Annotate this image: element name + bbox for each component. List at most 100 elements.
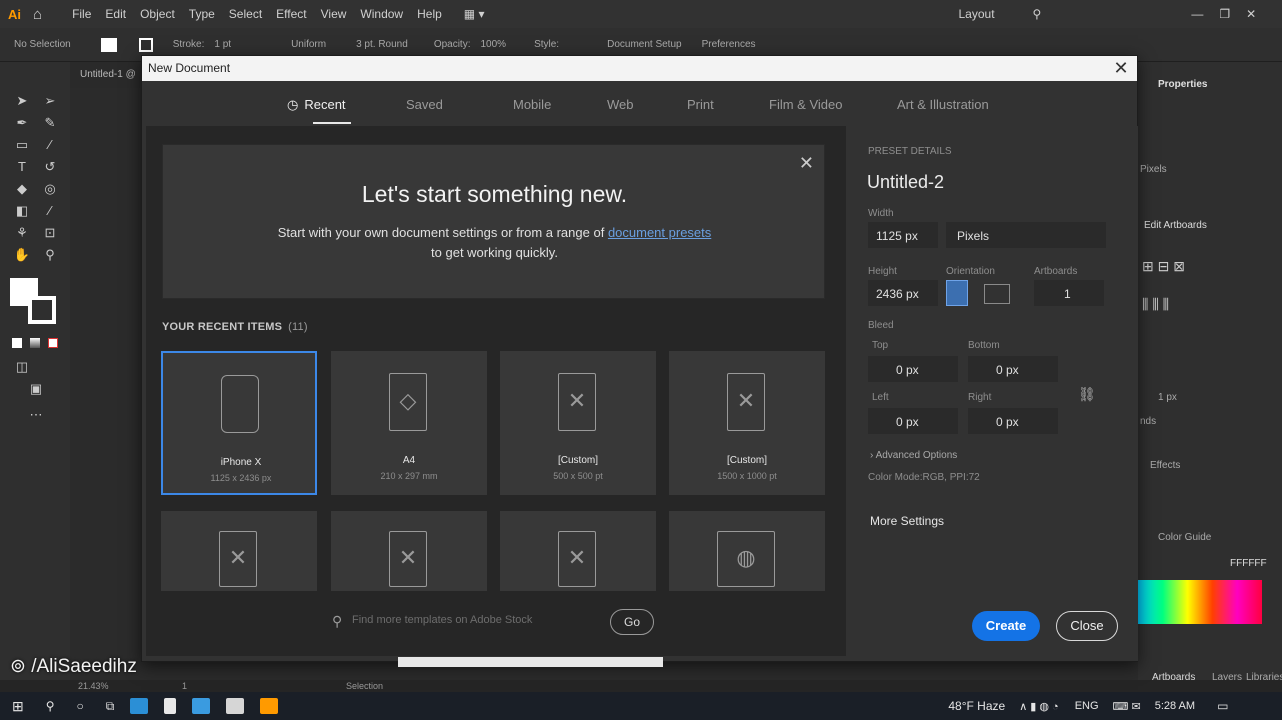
menu-edit[interactable]: Edit bbox=[105, 7, 126, 21]
menu-file[interactable]: File bbox=[72, 7, 91, 21]
clock[interactable]: 5:28 AM bbox=[1155, 700, 1195, 712]
stock-search-input[interactable]: Find more templates on Adobe Stock bbox=[352, 614, 602, 626]
more-tools-icon[interactable]: ⋯ bbox=[26, 406, 46, 424]
search-icon[interactable]: ⚲ bbox=[46, 699, 55, 713]
welcome-close-icon[interactable]: ✕ bbox=[799, 153, 814, 174]
recent-item-custom-500[interactable]: ✕ [Custom] 500 x 500 pt bbox=[500, 351, 656, 495]
edit-artboards-button[interactable]: Edit Artboards bbox=[1144, 220, 1207, 231]
windows-start-icon[interactable]: ⊞ bbox=[12, 698, 24, 715]
edge-icon[interactable] bbox=[130, 698, 149, 714]
document-name-field[interactable]: Untitled-2 bbox=[867, 172, 944, 193]
mail-icon[interactable] bbox=[226, 698, 245, 714]
task-view-icon[interactable]: ⧉ bbox=[106, 699, 115, 714]
opacity-field[interactable]: 100% bbox=[481, 39, 507, 50]
tab-print[interactable]: Print bbox=[687, 97, 714, 112]
stroke-weight-panel[interactable]: 1 px bbox=[1158, 392, 1177, 403]
effects-label[interactable]: Effects bbox=[1150, 460, 1180, 471]
tab-recent[interactable]: ◷ Recent bbox=[287, 97, 346, 113]
eraser-tool-icon[interactable]: ◆ bbox=[12, 180, 32, 198]
document-setup-button[interactable]: Document Setup bbox=[607, 39, 682, 50]
close-button[interactable]: Close bbox=[1056, 611, 1118, 641]
rectangle-tool-icon[interactable]: ▭ bbox=[12, 136, 32, 154]
recent-item[interactable]: ✕ bbox=[161, 511, 317, 591]
dialog-close-icon[interactable]: ✕ bbox=[1111, 58, 1131, 78]
none-mode-icon[interactable] bbox=[48, 338, 58, 348]
preferences-button[interactable]: Preferences bbox=[702, 39, 756, 50]
hex-field[interactable]: FFFFFF bbox=[1230, 558, 1267, 569]
more-settings-button[interactable]: More Settings bbox=[870, 514, 944, 528]
menu-select[interactable]: Select bbox=[229, 7, 262, 21]
stroke-weight-field[interactable]: 1 pt bbox=[214, 39, 231, 50]
hand-tool-icon[interactable]: ✋ bbox=[12, 246, 32, 264]
color-guide-tab[interactable]: Color Guide bbox=[1158, 532, 1211, 543]
tab-web[interactable]: Web bbox=[607, 97, 634, 112]
rotate-tool-icon[interactable]: ↺ bbox=[40, 158, 60, 176]
search-icon[interactable]: ⚲ bbox=[1033, 7, 1042, 21]
units-dropdown[interactable]: Pixels bbox=[1140, 164, 1167, 175]
document-tab[interactable]: Untitled-1 @ bbox=[80, 69, 136, 80]
align-icon[interactable]: ⊞ ⊟ ⊠ bbox=[1142, 258, 1185, 275]
tab-art-illustration[interactable]: Art & Illustration bbox=[897, 97, 989, 112]
illustrator-taskbar-icon[interactable] bbox=[260, 698, 279, 714]
cortana-icon[interactable]: ○ bbox=[77, 699, 84, 713]
warp-tool-icon[interactable]: ◎ bbox=[40, 180, 60, 198]
menu-effect[interactable]: Effect bbox=[276, 7, 306, 21]
recent-item-iphone-x[interactable]: iPhone X 1125 x 2436 px bbox=[161, 351, 317, 495]
stroke-swatch[interactable] bbox=[138, 37, 153, 52]
home-icon[interactable]: ⌂ bbox=[33, 6, 42, 23]
tab-mobile[interactable]: Mobile bbox=[513, 97, 551, 112]
zoom-level[interactable]: 21.43% bbox=[78, 681, 109, 691]
window-close-icon[interactable]: ✕ bbox=[1246, 7, 1256, 21]
screen-mode-icon[interactable]: ▣ bbox=[26, 380, 46, 398]
horizontal-scrollbar[interactable] bbox=[398, 657, 663, 667]
pen-tool-icon[interactable]: ✒ bbox=[12, 114, 32, 132]
recent-item[interactable]: ◍ bbox=[669, 511, 825, 591]
document-presets-link[interactable]: document presets bbox=[608, 225, 711, 240]
type-tool-icon[interactable]: T bbox=[12, 158, 32, 176]
tab-saved[interactable]: Saved bbox=[406, 97, 443, 112]
eyedropper-tool-icon[interactable]: ⁄ bbox=[40, 202, 60, 220]
menu-help[interactable]: Help bbox=[417, 7, 442, 21]
tray-apps-icon[interactable]: ⌨ ✉ bbox=[1113, 700, 1141, 713]
restore-icon[interactable]: ❐ bbox=[1219, 7, 1230, 21]
stroke-color-icon[interactable] bbox=[28, 296, 56, 324]
link-bleed-icon[interactable]: ⛓ bbox=[1078, 386, 1096, 403]
create-button[interactable]: Create bbox=[972, 611, 1040, 641]
minimize-icon[interactable]: — bbox=[1191, 7, 1203, 21]
fill-mode-icon[interactable] bbox=[12, 338, 22, 348]
notifications-icon[interactable]: ▭ bbox=[1217, 699, 1228, 713]
recent-item[interactable]: ✕ bbox=[500, 511, 656, 591]
menu-type[interactable]: Type bbox=[189, 7, 215, 21]
landscape-orientation-icon[interactable] bbox=[984, 284, 1010, 304]
stroke-profile-dropdown[interactable]: Uniform bbox=[291, 39, 326, 50]
paintbrush-tool-icon[interactable]: ∕ bbox=[40, 136, 60, 154]
menu-view[interactable]: View bbox=[321, 7, 347, 21]
scale-tool-icon[interactable]: ◧ bbox=[12, 202, 32, 220]
tray-icons[interactable]: ∧ ▮ ◍ ◔ bbox=[1019, 700, 1059, 713]
brush-dropdown[interactable]: 3 pt. Round bbox=[356, 39, 408, 50]
color-spectrum[interactable] bbox=[1138, 580, 1262, 624]
recent-item[interactable]: ✕ bbox=[331, 511, 487, 591]
selection-tool-icon[interactable]: ➤ bbox=[12, 92, 32, 110]
advanced-options-toggle[interactable]: › Advanced Options bbox=[870, 450, 957, 461]
workspace-switcher-icon[interactable]: ▦ ▾ bbox=[464, 7, 485, 21]
direct-selection-tool-icon[interactable]: ➢ bbox=[40, 92, 60, 110]
file-icon[interactable] bbox=[164, 698, 177, 714]
portrait-orientation-icon[interactable] bbox=[946, 280, 968, 306]
zoom-tool-icon[interactable]: ⚲ bbox=[40, 246, 60, 264]
store-icon[interactable] bbox=[192, 698, 211, 714]
menu-window[interactable]: Window bbox=[360, 7, 403, 21]
properties-tab[interactable]: Properties bbox=[1158, 79, 1207, 90]
distribute-icon[interactable]: ⫼ ⫼ ⫼ bbox=[1142, 296, 1169, 313]
artboard-tool-icon[interactable]: ⊡ bbox=[40, 224, 60, 242]
recent-item-custom-1500[interactable]: ✕ [Custom] 1500 x 1000 pt bbox=[669, 351, 825, 495]
curvature-tool-icon[interactable]: ✎ bbox=[40, 114, 60, 132]
fill-swatch[interactable] bbox=[100, 37, 117, 52]
language[interactable]: ENG bbox=[1075, 700, 1099, 712]
gradient-mode-icon[interactable] bbox=[30, 338, 40, 348]
tab-film-video[interactable]: Film & Video bbox=[769, 97, 842, 112]
artboard-number[interactable]: 1 bbox=[182, 681, 187, 691]
draw-mode-icon[interactable]: ◫ bbox=[12, 358, 32, 376]
layout-menu[interactable]: Layout bbox=[959, 7, 995, 21]
menu-object[interactable]: Object bbox=[140, 7, 175, 21]
